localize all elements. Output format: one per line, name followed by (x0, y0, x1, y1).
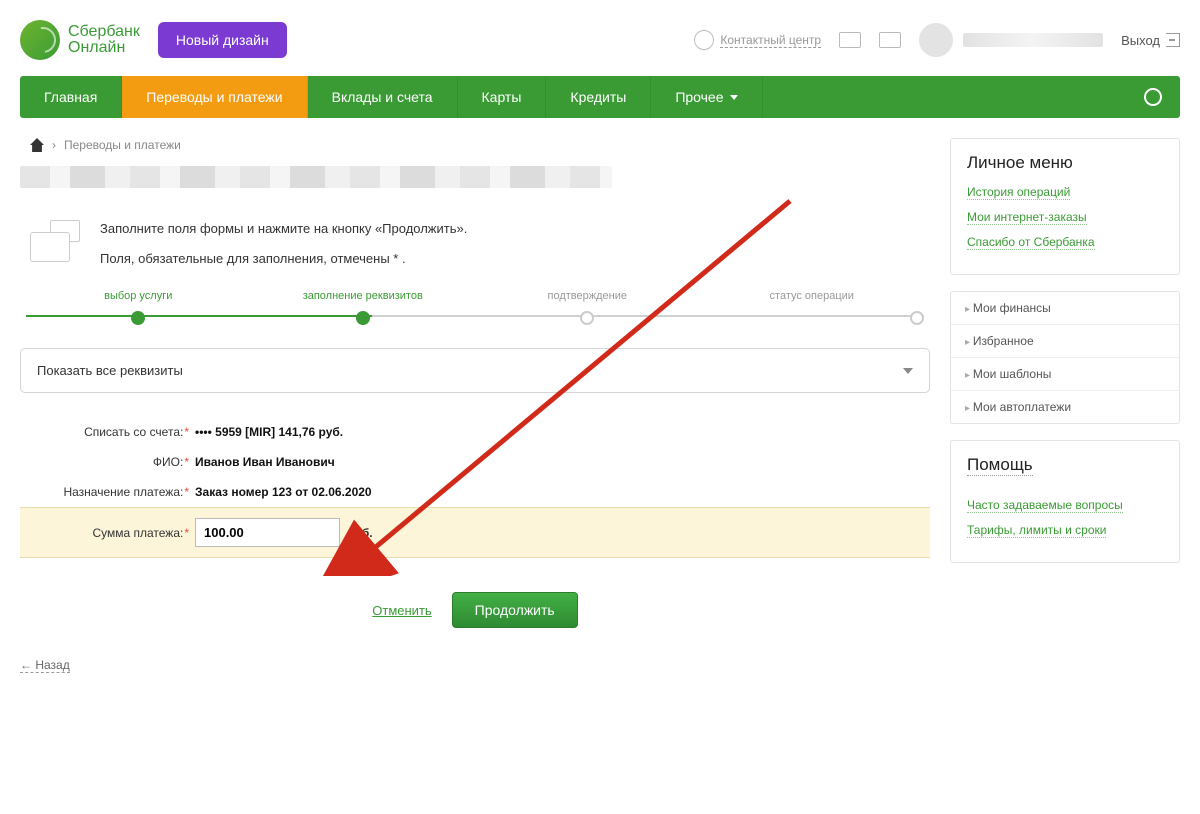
sidebar-section-templates[interactable]: Мои шаблоны (951, 358, 1179, 391)
messages-icon[interactable] (879, 32, 901, 48)
sidebar-link-history[interactable]: История операций (967, 185, 1070, 200)
step-1: выбор услуги (26, 290, 251, 320)
payment-form: Списать со счета:* •••• 5959 [MIR] 141,7… (20, 417, 930, 558)
personal-menu-title: Личное меню (967, 153, 1163, 173)
nav-item-cards[interactable]: Карты (458, 76, 547, 118)
phone-icon (694, 30, 714, 50)
username-blurred (963, 33, 1103, 47)
purpose-label: Назначение платежа: (63, 485, 183, 499)
show-all-details-toggle[interactable]: Показать все реквизиты (20, 348, 930, 393)
sidebar-section-favorites[interactable]: Избранное (951, 325, 1179, 358)
nav-item-credits[interactable]: Кредиты (546, 76, 651, 118)
help-title: Помощь (967, 455, 1033, 476)
sidebar-section-autopay[interactable]: Мои автоплатежи (951, 391, 1179, 423)
row-amount: Сумма платежа:* руб. (20, 507, 930, 558)
breadcrumb-sep: › (52, 138, 56, 152)
form-actions: Отменить Продолжить (20, 592, 930, 628)
fio-value: Иванов Иван Иванович (195, 455, 335, 469)
logo[interactable]: Сбербанк Онлайн (20, 20, 140, 60)
logout-icon (1166, 33, 1180, 47)
logo-line2: Онлайн (68, 40, 140, 56)
chevron-down-icon (903, 368, 913, 374)
fio-label: ФИО: (153, 455, 183, 469)
contact-center[interactable]: Контактный центр (694, 30, 821, 50)
personal-menu-panel: Личное меню История операций Мои интерне… (950, 138, 1180, 275)
sidebar-section-finances[interactable]: Мои финансы (951, 292, 1179, 325)
breadcrumb: › Переводы и платежи (20, 138, 930, 152)
cancel-link[interactable]: Отменить (372, 603, 431, 618)
help-link-faq[interactable]: Часто задаваемые вопросы (967, 498, 1123, 513)
account-value: •••• 5959 [MIR] 141,76 руб. (195, 425, 343, 439)
sidebar-sections: Мои финансы Избранное Мои шаблоны Мои ав… (950, 291, 1180, 424)
step-3: подтверждение (475, 290, 700, 320)
back-link[interactable]: Назад (20, 658, 70, 673)
instruction-line1: Заполните поля формы и нажмите на кнопку… (100, 218, 467, 240)
page-title-blurred (20, 166, 612, 188)
gear-icon[interactable] (1144, 88, 1162, 106)
new-design-button[interactable]: Новый дизайн (158, 22, 287, 58)
amount-label: Сумма платежа: (92, 526, 183, 540)
nav-item-main[interactable]: Главная (20, 76, 122, 118)
continue-button[interactable]: Продолжить (452, 592, 578, 628)
mail-icon[interactable] (839, 32, 861, 48)
step-2: заполнение реквизитов (251, 290, 476, 320)
chevron-down-icon (730, 95, 738, 100)
account-label: Списать со счета: (84, 425, 183, 439)
row-fio: ФИО:* Иванов Иван Иванович (20, 447, 930, 477)
sidebar-link-thanks[interactable]: Спасибо от Сбербанка (967, 235, 1095, 250)
nav-item-other[interactable]: Прочее (651, 76, 762, 118)
logo-text: Сбербанк Онлайн (68, 24, 140, 56)
contact-center-link[interactable]: Контактный центр (720, 33, 821, 48)
amount-unit: руб. (348, 526, 373, 540)
sberbank-logo-icon (20, 20, 60, 60)
breadcrumb-current: Переводы и платежи (64, 138, 181, 152)
home-icon[interactable] (30, 138, 44, 152)
help-link-tariffs[interactable]: Тарифы, лимиты и сроки (967, 523, 1106, 538)
header: Сбербанк Онлайн Новый дизайн Контактный … (0, 0, 1200, 76)
row-purpose: Назначение платежа:* Заказ номер 123 от … (20, 477, 930, 507)
help-panel: Помощь Часто задаваемые вопросы Тарифы, … (950, 440, 1180, 563)
instruction-line2: Поля, обязательные для заполнения, отмеч… (100, 248, 467, 270)
purpose-value: Заказ номер 123 от 02.06.2020 (195, 485, 372, 499)
progress-steps: выбор услуги заполнение реквизитов подтв… (20, 290, 930, 320)
nav-item-other-label: Прочее (675, 89, 723, 105)
main-nav: Главная Переводы и платежи Вклады и счет… (20, 76, 1180, 118)
logout-link[interactable]: Выход (1121, 33, 1180, 48)
row-account: Списать со счета:* •••• 5959 [MIR] 141,7… (20, 417, 930, 447)
amount-input[interactable] (195, 518, 340, 547)
step-4: статус операции (700, 290, 925, 320)
nav-item-transfers[interactable]: Переводы и платежи (122, 76, 307, 118)
avatar[interactable] (919, 23, 953, 57)
logout-label: Выход (1121, 33, 1160, 48)
expand-label: Показать все реквизиты (37, 363, 183, 378)
sidebar-link-orders[interactable]: Мои интернет-заказы (967, 210, 1087, 225)
wallet-icon (30, 220, 82, 262)
logo-line1: Сбербанк (68, 24, 140, 40)
sidebar: Личное меню История операций Мои интерне… (950, 138, 1180, 579)
nav-item-deposits[interactable]: Вклады и счета (308, 76, 458, 118)
instructions: Заполните поля формы и нажмите на кнопку… (20, 218, 930, 270)
